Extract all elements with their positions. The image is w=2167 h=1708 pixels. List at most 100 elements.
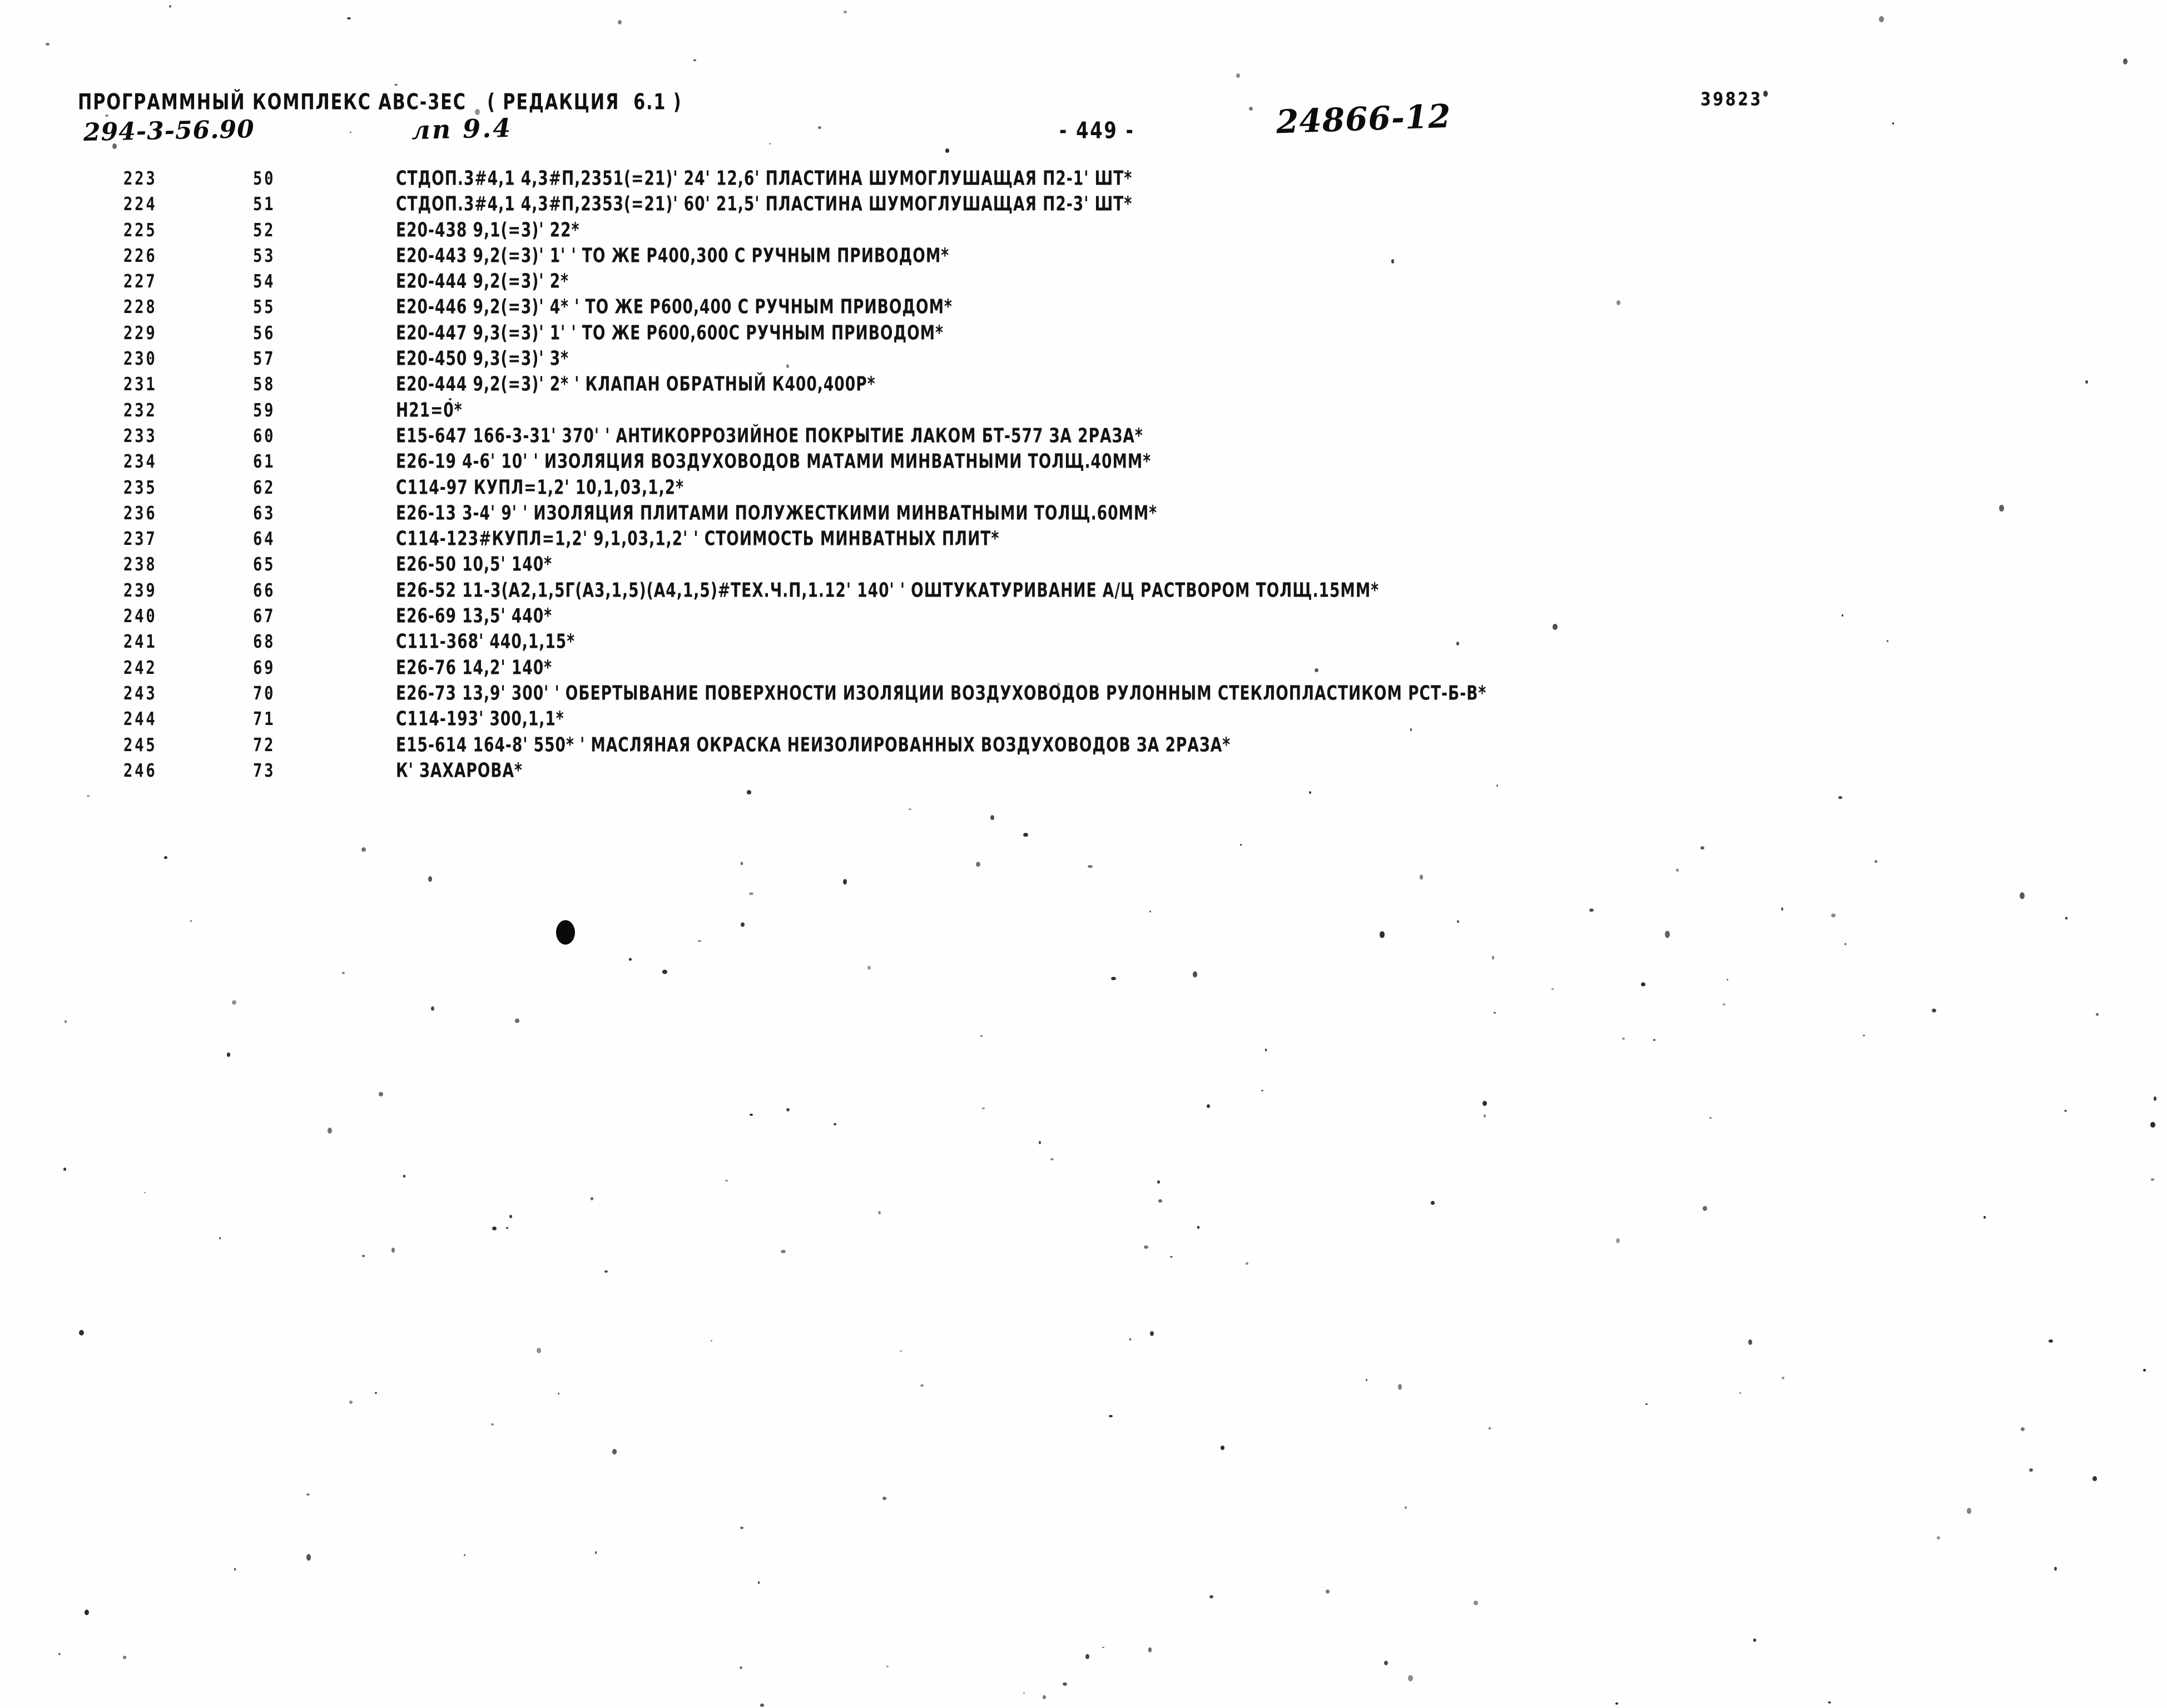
row-statement-number: 64 [253,528,276,550]
scan-speck [1653,1039,1655,1041]
scan-speck [58,1653,61,1656]
scan-speck [1640,982,1645,987]
row-sequence-number: 234 [123,451,157,473]
row-statement-text: Е20-444 9,2(=3)' 2* [396,270,569,294]
scan-speck [1397,1384,1402,1390]
scan-speck [1828,1701,1831,1704]
scan-speck [431,1006,435,1011]
row-sequence-number: 229 [123,322,157,344]
scan-speck [1879,16,1884,22]
scan-speck [2054,1566,2057,1571]
scan-speck [980,1035,983,1037]
scan-speck [604,1270,608,1273]
scan-speck [1149,1330,1154,1336]
listing-row: 237 64 С114-123#КУПЛ=1,2' 9,1,03,1,2' ' СТ… [0,527,2167,553]
row-statement-number: 56 [253,322,276,344]
row-sequence-number: 237 [123,528,157,550]
scan-speck [361,1254,365,1257]
row-sequence-number: 240 [123,605,157,627]
scan-speck [834,1123,836,1126]
listing-row: 235 62 С114-97 КУПЛ=1,2' 10,1,03,1,2* [0,476,2167,502]
row-statement-number: 71 [253,708,276,730]
scan-speck [1491,956,1495,960]
document-number: 39823 [1700,89,1763,111]
scan-speck [2020,892,2025,900]
row-sequence-number: 227 [123,271,157,292]
scan-speck [1309,791,1312,794]
scan-speck [740,861,743,866]
row-statement-number: 53 [253,245,276,266]
scan-speck [1931,1008,1937,1013]
row-statement-text: СТДОП.3#4,1 4,3#П,2353(=21)' 60' 21,5' П… [396,192,1133,216]
scan-speck [1739,1392,1742,1394]
scan-speck [945,148,949,153]
scan-speck [1551,989,1554,990]
row-statement-text: Е26-52 11-3(А2,1,5Г(А3,1,5)(А4,1,5)#ТЕХ.… [396,578,1380,602]
scan-speck [1675,868,1679,872]
scan-speck [1781,907,1784,911]
row-statement-number: 69 [253,657,276,678]
scan-speck [1862,1034,1865,1037]
listing-row: 228 55 Е20-446 9,2(=3)' 4* ' ТО ЖЕ Р600,40… [0,295,2167,321]
scan-speck [2020,1427,2025,1432]
row-statement-number: 62 [253,476,276,498]
scan-speck [975,862,980,867]
scan-speck [306,1493,310,1496]
row-sequence-number: 230 [123,348,157,370]
listing-row: 242 69 Е26-76 14,2' 140* [0,656,2167,682]
listing-row: 240 67 Е26-69 13,5' 440* [0,604,2167,630]
scan-speck [1129,1338,1132,1340]
scan-speck [990,815,994,821]
scan-speck [1050,1158,1054,1161]
scan-speck [1261,1089,1263,1092]
scan-speck [1197,1226,1199,1229]
scan-speck [1109,1415,1113,1418]
listing-row: 236 63 Е26-13 3-4' 9' ' ИЗОЛЯЦИЯ ПЛИТАМИ П… [0,502,2167,527]
scan-speck [711,1339,713,1342]
scan-speck [374,1392,378,1394]
scan-speck [143,1191,146,1194]
scan-speck [361,847,366,852]
row-statement-text: Е26-19 4-6' 10' ' ИЗОЛЯЦИЯ ВОЗДУХОВОДОВ … [396,450,1152,474]
scan-speck [219,1237,221,1240]
row-sequence-number: 228 [123,296,157,318]
row-statement-text: Е20-438 9,1(=3)' 22* [396,218,580,242]
row-statement-number: 72 [253,734,276,756]
scan-speck [1325,1590,1330,1594]
scan-speck [226,1052,231,1057]
scan-speck [2064,1109,2067,1112]
scan-speck [760,1704,765,1707]
scan-speck [786,1108,790,1112]
row-statement-text: Е26-76 14,2' 140* [396,656,553,679]
scan-speck [740,922,745,927]
row-statement-number: 67 [253,605,276,627]
scan-speck [231,1000,236,1005]
row-sequence-number: 242 [123,657,157,678]
scan-speck [882,1496,887,1500]
software-complex-title: ПРОГРАММНЫЙ КОМПЛЕКС АВС-3ЕС ( РЕДАКЦИЯ … [78,89,682,115]
row-statement-text: Е26-69 13,5' 440* [396,604,553,628]
row-sequence-number: 226 [123,245,157,266]
scan-speck [428,876,433,882]
scan-speck [2049,1339,2053,1343]
scan-speck [1240,843,1242,846]
row-statement-text: С114-123#КУПЛ=1,2' 9,1,03,1,2' ' СТОИМОС… [396,527,1000,551]
scan-speck [2095,1012,2099,1016]
scan-speck [1158,1199,1163,1203]
scan-speck [1664,931,1670,938]
scan-speck [2085,380,2088,384]
scan-speck [877,1211,881,1215]
row-sequence-number: 239 [123,579,157,601]
scan-speck [1589,908,1594,912]
listing-row: 243 70 Е26-73 13,9' 300' ' ОБЕРТЫВАНИЕ ПОВ… [0,682,2167,707]
scan-speck [1482,1101,1487,1106]
row-statement-text: К' ЗАХАРОВА* [396,758,523,782]
scan-speck [87,795,90,797]
listing-row: 229 56 Е20-447 9,3(=3)' 1' ' ТО ЖЕ Р600,60… [0,321,2167,347]
scan-speck [1149,910,1152,913]
scan-speck [2151,1178,2155,1181]
scan-speck [391,1248,395,1253]
scan-speck [1384,1660,1388,1665]
row-statement-number: 73 [253,759,276,781]
row-statement-number: 54 [253,271,276,292]
